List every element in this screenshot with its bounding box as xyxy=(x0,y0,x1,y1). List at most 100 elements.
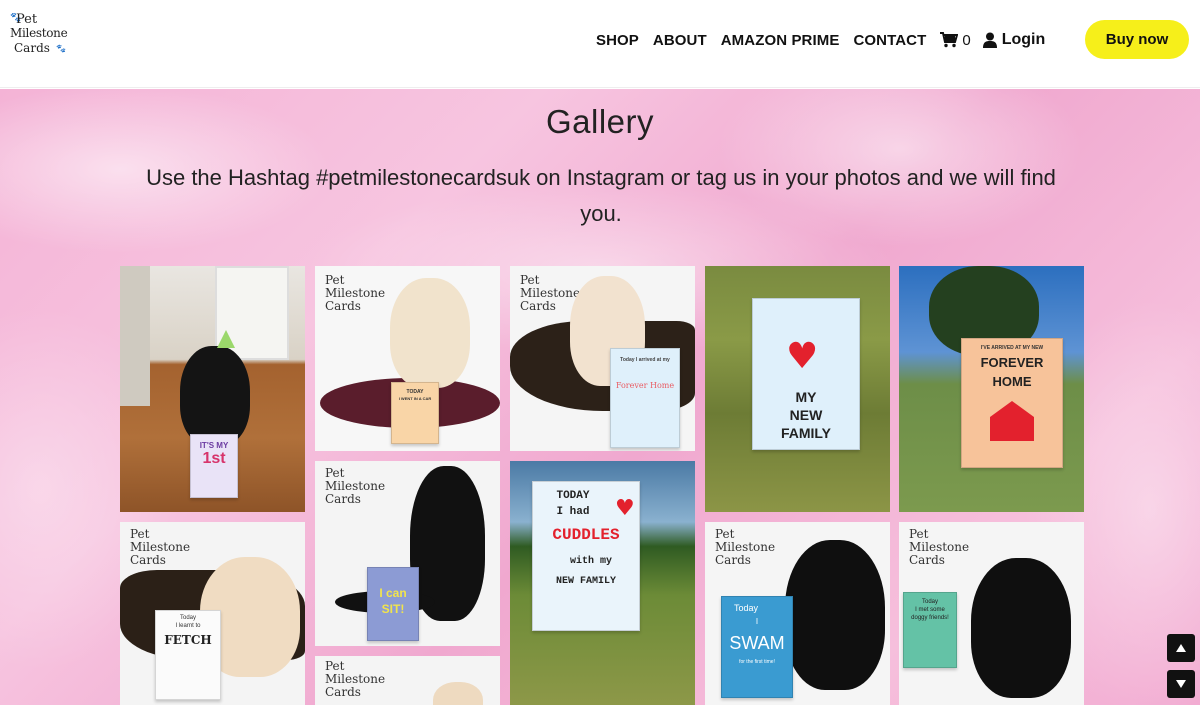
card-text: I had xyxy=(556,506,590,518)
watermark-text: Milestone xyxy=(909,540,970,554)
watermark-logo: Pet Milestone Cards xyxy=(325,660,385,699)
milestone-card: MY NEW FAMILY ♥ xyxy=(752,298,860,450)
card-text: IT'S MY xyxy=(199,441,229,450)
watermark-text: Milestone xyxy=(325,286,386,300)
gallery-subtitle: Use the Hashtag #petmilestonecardsuk on … xyxy=(146,165,1056,226)
card-text: I learnt to xyxy=(175,623,201,629)
card-text: HOME xyxy=(992,374,1032,389)
card-text: FETCH xyxy=(164,633,212,647)
site-logo[interactable]: 🐾 Pet Milestone Cards 🐾 xyxy=(10,12,70,58)
card-text: NEW FAMILY xyxy=(555,576,616,587)
watermark-text: Pet xyxy=(325,273,345,287)
card-text: Today xyxy=(733,603,759,613)
paw-icon: 🐾 xyxy=(56,44,66,53)
nav-about[interactable]: ABOUT xyxy=(653,32,707,49)
watermark-logo: Pet Milestone Cards xyxy=(325,274,385,313)
heart-icon: ♥ xyxy=(615,496,635,521)
watermark-text: Milestone xyxy=(520,286,581,300)
cart-icon xyxy=(940,32,959,48)
chevron-up-icon xyxy=(1176,644,1186,652)
card-text: I WENT IN A CAR xyxy=(398,396,432,401)
nav-amazon-prime[interactable]: AMAZON PRIME xyxy=(721,32,840,49)
watermark-text: Cards xyxy=(325,492,361,506)
milestone-card: TODAY I WENT IN A CAR xyxy=(391,382,439,444)
logo-line-2: Milestone xyxy=(10,26,68,40)
milestone-card: IT'S MY 1st xyxy=(190,434,238,498)
card-text: FAMILY xyxy=(780,425,832,441)
card-text: TODAY xyxy=(556,490,590,502)
card-text: MY xyxy=(795,389,817,405)
watermark-text: Cards xyxy=(325,299,361,313)
watermark-text: Cards xyxy=(520,299,556,313)
dog-photo xyxy=(180,346,250,446)
dog-photo xyxy=(433,682,483,705)
card-text: I can xyxy=(379,586,407,600)
watermark-logo: Pet Milestone Cards xyxy=(520,274,580,313)
watermark-text: Pet xyxy=(520,273,540,287)
watermark-text: Pet xyxy=(909,527,929,541)
card-text: Today xyxy=(179,615,196,621)
nav-shop[interactable]: SHOP xyxy=(596,32,639,49)
watermark-logo: Pet Milestone Cards xyxy=(325,467,385,506)
card-text: doggy friends! xyxy=(911,615,949,621)
card-text: with my xyxy=(569,556,612,567)
dog-photo xyxy=(971,558,1071,698)
milestone-card: Today I arrived at my Forever Home xyxy=(610,348,680,448)
card-text: Today I arrived at my xyxy=(620,357,670,363)
watermark-text: Milestone xyxy=(715,540,776,554)
watermark-text: Cards xyxy=(130,553,166,567)
milestone-card: Today I SWAM for the first time! xyxy=(721,596,793,698)
card-text: Forever Home xyxy=(615,381,675,390)
login-label: Login xyxy=(1001,31,1046,48)
dog-photo xyxy=(390,278,470,388)
cart-count: 0 xyxy=(962,31,971,49)
gallery-photo-went-in-car[interactable]: Pet Milestone Cards TODAY I WENT IN A CA… xyxy=(315,266,500,451)
watermark-text: Milestone xyxy=(325,672,386,686)
nav-contact[interactable]: CONTACT xyxy=(853,32,926,49)
card-text: I met some xyxy=(915,607,945,613)
card-text: 1st xyxy=(202,450,226,467)
cart-button[interactable]: 0 xyxy=(940,31,971,49)
watermark-logo: Pet Milestone Cards xyxy=(130,528,190,567)
watermark-text: Pet xyxy=(715,527,735,541)
gallery-photo-cuddles[interactable]: TODAY I had CUDDLES with my NEW FAMILY ♥ xyxy=(510,461,695,705)
card-text: SWAM xyxy=(729,633,785,653)
gallery-photo-forever-home-2[interactable]: I'VE ARRIVED AT MY NEW FOREVER HOME xyxy=(899,266,1084,512)
gallery-photo-partial[interactable]: Pet Milestone Cards xyxy=(315,656,500,705)
milestone-card: I'VE ARRIVED AT MY NEW FOREVER HOME xyxy=(961,338,1063,468)
dog-photo xyxy=(785,540,885,690)
login-link[interactable]: Login xyxy=(982,31,1046,49)
user-icon xyxy=(982,32,997,48)
gallery-photo-can-sit[interactable]: Pet Milestone Cards I can SIT! xyxy=(315,461,500,646)
milestone-card: I can SIT! xyxy=(367,567,419,641)
chevron-down-icon xyxy=(1176,680,1186,688)
watermark-logo: Pet Milestone Cards xyxy=(715,528,775,567)
scroll-down-button[interactable] xyxy=(1167,670,1195,698)
watermark-text: Pet xyxy=(325,659,345,673)
watermark-text: Milestone xyxy=(325,479,386,493)
watermark-text: Cards xyxy=(909,553,945,567)
milestone-card: Today I learnt to FETCH xyxy=(155,610,221,700)
watermark-text: Cards xyxy=(715,553,751,567)
gallery-title: Gallery xyxy=(545,103,655,140)
card-text: NEW xyxy=(789,407,823,423)
card-text: FOREVER xyxy=(980,355,1044,370)
scroll-up-button[interactable] xyxy=(1167,634,1195,662)
watermark-text: Pet xyxy=(325,466,345,480)
card-text: for the first time! xyxy=(739,659,775,665)
gallery-photo-doggy-friends[interactable]: Pet Milestone Cards Today I met some dog… xyxy=(899,522,1084,705)
milestone-card: Today I met some doggy friends! xyxy=(903,592,957,668)
card-text: CUDDLES xyxy=(552,526,620,544)
buy-now-button[interactable]: Buy now xyxy=(1085,20,1189,59)
milestone-card: TODAY I had CUDDLES with my NEW FAMILY ♥ xyxy=(532,481,640,631)
heart-icon: ♥ xyxy=(786,336,819,377)
gallery-photo-forever-home[interactable]: Pet Milestone Cards Today I arrived at m… xyxy=(510,266,695,451)
card-text: TODAY xyxy=(406,389,424,395)
gallery-photo-fetch[interactable]: Pet Milestone Cards Today I learnt to FE… xyxy=(120,522,305,705)
gallery-photo-swam[interactable]: Pet Milestone Cards Today I SWAM for the… xyxy=(705,522,890,705)
gallery-photo-new-family[interactable]: MY NEW FAMILY ♥ xyxy=(705,266,890,512)
site-header: 🐾 Pet Milestone Cards 🐾 SHOP ABOUT AMAZO… xyxy=(0,0,1200,88)
gallery-photo-birthday[interactable]: IT'S MY 1st xyxy=(120,266,305,512)
watermark-text: Cards xyxy=(325,685,361,699)
watermark-text: Pet xyxy=(130,527,150,541)
